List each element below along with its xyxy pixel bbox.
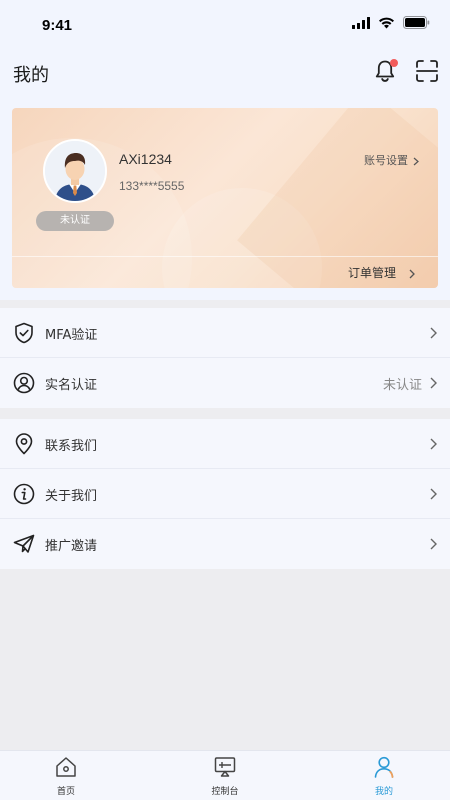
account-settings-link[interactable]: 账号设置 xyxy=(364,152,420,168)
notification-badge xyxy=(390,59,398,67)
menu-group-info: 联系我们 关于我们 推广邀请 xyxy=(0,419,450,569)
tab-home[interactable]: 首页 xyxy=(26,755,106,799)
shield-check-icon xyxy=(15,322,33,344)
menu-item-about[interactable]: 关于我们 xyxy=(0,469,450,519)
phone-number: 133****5555 xyxy=(119,179,185,193)
card-divider xyxy=(12,256,438,257)
menu-item-real-name[interactable]: 实名认证 未认证 xyxy=(0,358,450,408)
scan-icon xyxy=(416,60,438,82)
menu-item-contact[interactable]: 联系我们 xyxy=(0,419,450,469)
tab-label: 首页 xyxy=(56,787,75,797)
wifi-icon xyxy=(379,17,394,28)
console-icon xyxy=(214,757,236,777)
menu-item-mfa[interactable]: MFA验证 xyxy=(0,308,450,358)
header-actions xyxy=(372,58,440,84)
user-icon xyxy=(374,756,394,778)
home-icon xyxy=(56,757,76,777)
status-time: 9:41 xyxy=(42,17,73,34)
tab-label: 控制台 xyxy=(211,787,239,797)
tab-profile[interactable]: 我的 xyxy=(344,755,424,799)
notification-button[interactable] xyxy=(372,58,398,84)
menu-group-security: MFA验证 实名认证 未认证 xyxy=(0,308,450,408)
menu-item-label: 关于我们 xyxy=(45,489,98,504)
chevron-right-icon xyxy=(430,438,437,450)
profile-card: 未认证 AXi1234 133****5555 账号设置 订单管理 xyxy=(12,108,438,288)
menu-item-invite[interactable]: 推广邀请 xyxy=(0,519,450,569)
avatar-icon xyxy=(45,141,105,201)
menu-item-label: 联系我们 xyxy=(45,439,98,454)
chevron-right-icon xyxy=(430,538,437,550)
account-settings-label: 账号设置 xyxy=(364,154,408,167)
info-icon xyxy=(13,483,35,505)
verify-status-badge: 未认证 xyxy=(36,211,114,231)
chevron-right-icon xyxy=(409,269,415,278)
status-bar: 9:41 xyxy=(0,0,450,50)
status-icons xyxy=(352,16,430,29)
user-circle-icon xyxy=(13,372,35,394)
page-title: 我的 xyxy=(13,65,49,86)
bottom-tab-bar: 首页 控制台 我的 xyxy=(0,750,450,800)
location-pin-icon xyxy=(15,433,33,455)
scan-button[interactable] xyxy=(414,58,440,84)
chevron-right-icon xyxy=(430,327,437,339)
avatar[interactable] xyxy=(43,139,107,203)
tab-console[interactable]: 控制台 xyxy=(185,755,265,799)
paper-plane-icon xyxy=(13,534,35,553)
order-management-link[interactable]: 订单管理 xyxy=(348,264,418,281)
signal-icon xyxy=(352,16,370,29)
username: AXi1234 xyxy=(119,151,172,167)
battery-icon xyxy=(403,16,430,29)
menu-item-label: MFA验证 xyxy=(45,328,98,343)
tab-label: 我的 xyxy=(374,787,393,797)
menu-item-label: 推广邀请 xyxy=(45,539,98,554)
order-management-label: 订单管理 xyxy=(347,266,396,280)
menu-item-label: 实名认证 xyxy=(45,378,98,393)
menu-item-value: 未认证 xyxy=(382,378,422,393)
chevron-right-icon xyxy=(430,488,437,500)
chevron-right-icon xyxy=(413,157,419,165)
chevron-right-icon xyxy=(430,377,437,389)
